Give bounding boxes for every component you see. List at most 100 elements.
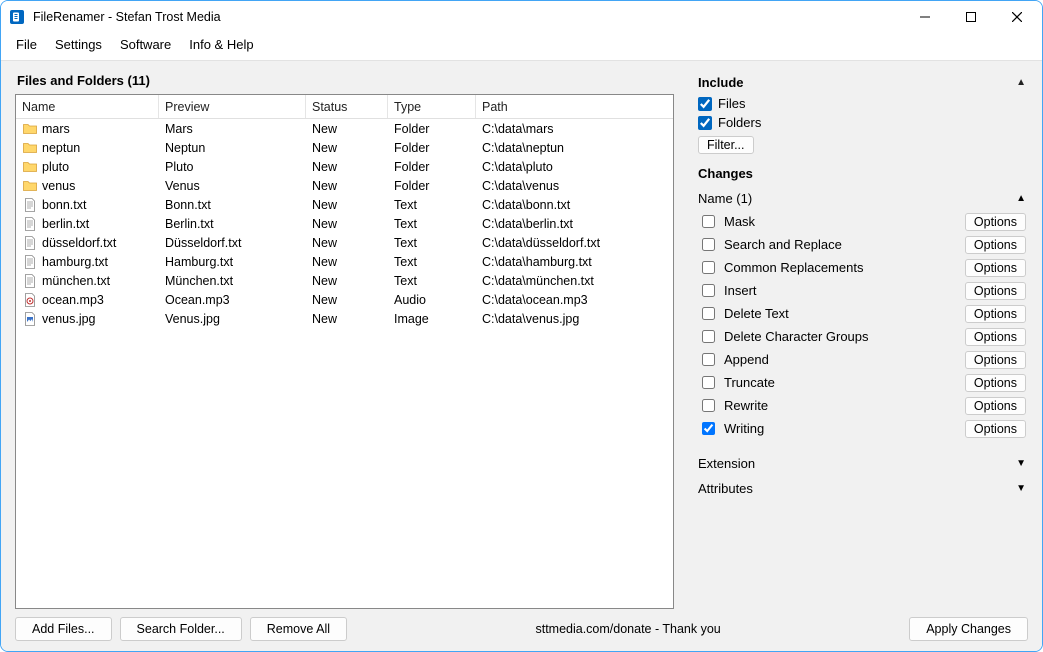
- maximize-button[interactable]: [948, 2, 994, 32]
- change-checkbox[interactable]: [702, 215, 715, 228]
- table-row[interactable]: düsseldorf.txtDüsseldorf.txtNewTextC:\da…: [16, 233, 673, 252]
- column-name[interactable]: Name: [16, 95, 159, 118]
- table-body: marsMarsNewFolderC:\data\marsneptunNeptu…: [16, 119, 673, 608]
- folder-icon: [22, 121, 38, 137]
- menu-software[interactable]: Software: [111, 35, 180, 54]
- options-button[interactable]: Options: [965, 374, 1026, 392]
- table-row[interactable]: neptunNeptunNewFolderC:\data\neptun: [16, 138, 673, 157]
- options-button[interactable]: Options: [965, 305, 1026, 323]
- attributes-subheader[interactable]: Attributes ▼: [696, 475, 1028, 500]
- name-subheader[interactable]: Name (1) ▲: [696, 185, 1028, 210]
- cell-path: C:\data\münchen.txt: [476, 274, 673, 288]
- table-row[interactable]: bonn.txtBonn.txtNewTextC:\data\bonn.txt: [16, 195, 673, 214]
- change-label[interactable]: Delete Text: [724, 306, 789, 321]
- change-checkbox[interactable]: [702, 353, 715, 366]
- change-row: Mask Options: [696, 210, 1028, 233]
- change-checkbox[interactable]: [702, 238, 715, 251]
- cell-preview: Hamburg.txt: [159, 255, 306, 269]
- options-button[interactable]: Options: [965, 259, 1026, 277]
- bottom-bar: Add Files... Search Folder... Remove All…: [1, 609, 1042, 651]
- change-checkbox[interactable]: [702, 330, 715, 343]
- change-checkbox[interactable]: [702, 422, 715, 435]
- change-label[interactable]: Rewrite: [724, 398, 768, 413]
- menu-settings[interactable]: Settings: [46, 35, 111, 54]
- change-label[interactable]: Append: [724, 352, 769, 367]
- table-row[interactable]: venus.jpgVenus.jpgNewImageC:\data\venus.…: [16, 309, 673, 328]
- column-type[interactable]: Type: [388, 95, 476, 118]
- options-button[interactable]: Options: [965, 420, 1026, 438]
- cell-preview: Mars: [159, 122, 306, 136]
- files-section-title: Files and Folders (11): [15, 61, 674, 94]
- search-folder-button[interactable]: Search Folder...: [120, 617, 242, 641]
- change-label[interactable]: Delete Character Groups: [724, 329, 869, 344]
- extension-subheader[interactable]: Extension ▼: [696, 450, 1028, 475]
- change-label[interactable]: Writing: [724, 421, 764, 436]
- cell-type: Folder: [388, 141, 476, 155]
- cell-path: C:\data\neptun: [476, 141, 673, 155]
- apply-changes-button[interactable]: Apply Changes: [909, 617, 1028, 641]
- cell-name-text: bonn.txt: [42, 198, 86, 212]
- options-button[interactable]: Options: [965, 236, 1026, 254]
- remove-all-button[interactable]: Remove All: [250, 617, 347, 641]
- options-button[interactable]: Options: [965, 328, 1026, 346]
- table-row[interactable]: venusVenusNewFolderC:\data\venus: [16, 176, 673, 195]
- options-button[interactable]: Options: [965, 397, 1026, 415]
- file-table: Name Preview Status Type Path marsMarsNe…: [15, 94, 674, 609]
- change-checkbox[interactable]: [702, 376, 715, 389]
- menu-file[interactable]: File: [7, 35, 46, 54]
- change-row: Truncate Options: [696, 371, 1028, 394]
- include-files-label[interactable]: Files: [718, 96, 745, 111]
- options-button[interactable]: Options: [965, 213, 1026, 231]
- include-files-checkbox[interactable]: [698, 97, 712, 111]
- change-checkbox[interactable]: [702, 261, 715, 274]
- table-row[interactable]: berlin.txtBerlin.txtNewTextC:\data\berli…: [16, 214, 673, 233]
- change-checkbox[interactable]: [702, 399, 715, 412]
- include-folders-checkbox[interactable]: [698, 116, 712, 130]
- table-row[interactable]: münchen.txtMünchen.txtNewTextC:\data\mün…: [16, 271, 673, 290]
- table-row[interactable]: plutoPlutoNewFolderC:\data\pluto: [16, 157, 673, 176]
- cell-type: Text: [388, 198, 476, 212]
- change-checkbox[interactable]: [702, 307, 715, 320]
- cell-name-text: venus.jpg: [42, 312, 96, 326]
- cell-path: C:\data\ocean.mp3: [476, 293, 673, 307]
- options-button[interactable]: Options: [965, 351, 1026, 369]
- menu-bar: File Settings Software Info & Help: [1, 33, 1042, 60]
- cell-status: New: [306, 274, 388, 288]
- change-label[interactable]: Insert: [724, 283, 757, 298]
- include-header[interactable]: Include ▲: [696, 73, 1028, 94]
- change-row: Append Options: [696, 348, 1028, 371]
- include-folders-label[interactable]: Folders: [718, 115, 761, 130]
- change-checkbox[interactable]: [702, 284, 715, 297]
- donate-link[interactable]: sttmedia.com/donate - Thank you: [355, 622, 901, 636]
- menu-info-help[interactable]: Info & Help: [180, 35, 262, 54]
- change-label[interactable]: Mask: [724, 214, 755, 229]
- change-label[interactable]: Truncate: [724, 375, 775, 390]
- table-row[interactable]: marsMarsNewFolderC:\data\mars: [16, 119, 673, 138]
- cell-name: venus: [16, 178, 159, 194]
- table-row[interactable]: ocean.mp3Ocean.mp3NewAudioC:\data\ocean.…: [16, 290, 673, 309]
- left-pane: Files and Folders (11) Name Preview Stat…: [15, 61, 674, 609]
- column-status[interactable]: Status: [306, 95, 388, 118]
- collapse-down-icon: ▼: [1016, 483, 1026, 494]
- cell-type: Text: [388, 255, 476, 269]
- minimize-button[interactable]: [902, 2, 948, 32]
- cell-name-text: neptun: [42, 141, 80, 155]
- cell-path: C:\data\berlin.txt: [476, 217, 673, 231]
- cell-name-text: düsseldorf.txt: [42, 236, 116, 250]
- change-label[interactable]: Common Replacements: [724, 260, 863, 275]
- cell-preview: Venus.jpg: [159, 312, 306, 326]
- change-label[interactable]: Search and Replace: [724, 237, 842, 252]
- options-button[interactable]: Options: [965, 282, 1026, 300]
- cell-preview: Pluto: [159, 160, 306, 174]
- cell-type: Folder: [388, 122, 476, 136]
- change-row: Insert Options: [696, 279, 1028, 302]
- column-path[interactable]: Path: [476, 95, 673, 118]
- close-button[interactable]: [994, 2, 1040, 32]
- column-preview[interactable]: Preview: [159, 95, 306, 118]
- cell-status: New: [306, 217, 388, 231]
- change-row: Delete Character Groups Options: [696, 325, 1028, 348]
- filter-button[interactable]: Filter...: [698, 136, 754, 154]
- add-files-button[interactable]: Add Files...: [15, 617, 112, 641]
- text-icon: [22, 273, 38, 289]
- table-row[interactable]: hamburg.txtHamburg.txtNewTextC:\data\ham…: [16, 252, 673, 271]
